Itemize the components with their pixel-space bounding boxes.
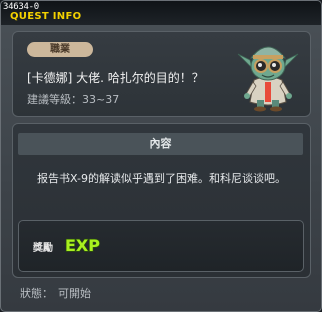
reward-box: 獎勵 EXP xyxy=(18,220,304,272)
exp-reward-icon[interactable]: EXP xyxy=(63,233,105,257)
quest-name: [卡德娜] 大佬. 哈扎尔的目的！？ xyxy=(27,71,204,85)
quest-recommended-level: 建議等級：33~37 xyxy=(27,93,120,106)
quest-description: 报告书X-9的解读似乎遇到了困难。和科尼谈谈吧。 xyxy=(37,172,286,185)
exp-text: EXP xyxy=(65,236,100,255)
reward-label: 獎勵 xyxy=(33,243,53,254)
window-header[interactable]: 34634-0 QUEST INFO xyxy=(1,1,321,25)
status-label: 狀態： xyxy=(20,287,53,300)
job-badge: 職業 xyxy=(27,42,93,57)
status-value: 可開始 xyxy=(58,287,91,300)
window-title: QUEST INFO xyxy=(10,11,82,22)
quest-summary-card: 職業 [卡德娜] 大佬. 哈扎尔的目的！？ 建議等級：33~37 xyxy=(12,31,311,117)
quest-info-window: 34634-0 QUEST INFO 職業 [卡德娜] 大佬. 哈扎尔的目的！？… xyxy=(0,0,322,312)
goblin-npc-icon xyxy=(237,46,299,112)
content-header: 內容 xyxy=(18,133,303,155)
content-panel: 內容 报告书X-9的解读似乎遇到了困难。和科尼谈谈吧。 獎勵 EXP xyxy=(12,123,311,278)
